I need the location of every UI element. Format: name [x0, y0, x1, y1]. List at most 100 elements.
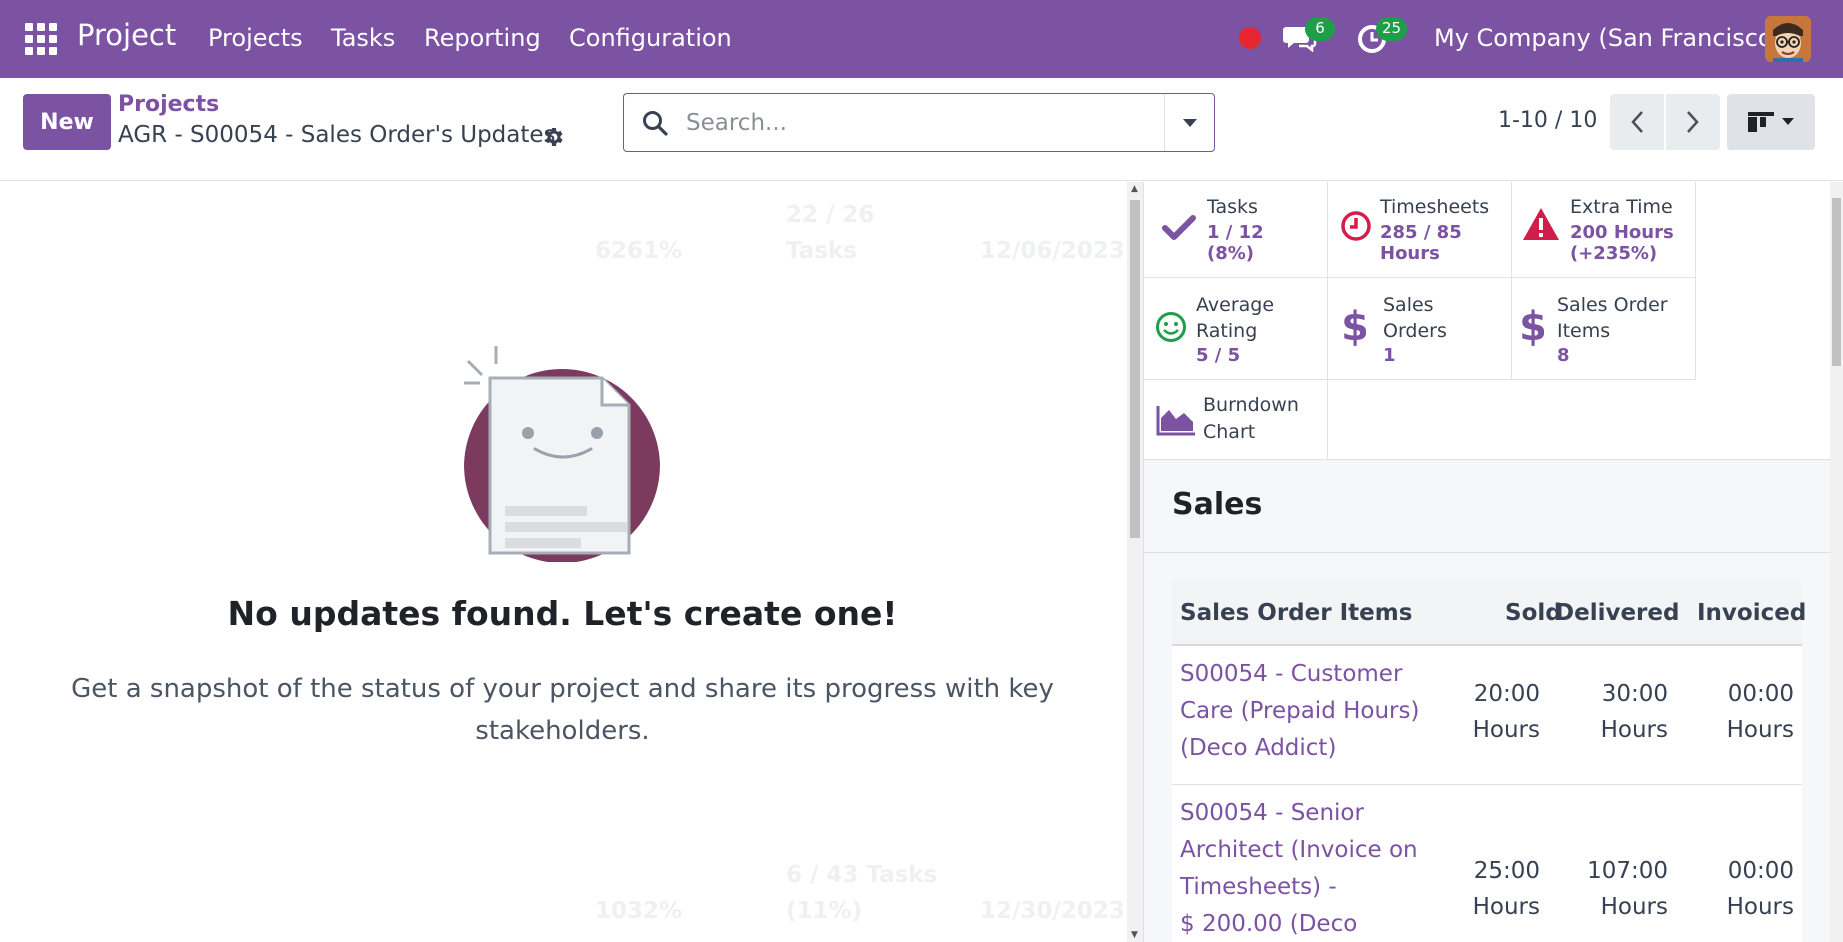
- dollar-icon: $: [1522, 306, 1544, 346]
- stat-rating-button[interactable]: Average Rating 5 / 5: [1144, 278, 1328, 380]
- stat-timesheets-button[interactable]: Timesheets 285 / 85 Hours: [1328, 182, 1512, 278]
- clock-icon: [1341, 211, 1371, 241]
- column-header-sold[interactable]: Sold: [1505, 600, 1562, 626]
- ghost-date: 12/30/2023: [980, 898, 1125, 924]
- stat-label: Sales: [1383, 294, 1434, 316]
- stat-label: Items: [1557, 320, 1611, 342]
- svg-text:$: $: [1344, 306, 1366, 346]
- company-switcher[interactable]: My Company (San Francisco): [1434, 24, 1782, 52]
- sales-order-item-link[interactable]: S00054 - Senior Architect (Invoice on Ti…: [1180, 795, 1418, 942]
- stat-extra-time-button[interactable]: Extra Time 200 Hours (+235%): [1512, 182, 1696, 278]
- scroll-up-arrow[interactable]: ▲: [1131, 184, 1138, 194]
- delivered-value: 30:00 Hours: [1600, 681, 1668, 743]
- dollar-icon: $: [1344, 306, 1366, 346]
- user-avatar[interactable]: [1765, 16, 1811, 62]
- invoiced-value: 00:00 Hours: [1726, 858, 1794, 920]
- apps-menu-icon[interactable]: [25, 23, 57, 55]
- search-input[interactable]: [686, 106, 1156, 140]
- scroll-down-arrow[interactable]: ▼: [1131, 930, 1138, 940]
- search-icon: [643, 111, 668, 136]
- warning-icon: [1523, 208, 1559, 240]
- kanban-view-icon: [1748, 112, 1774, 132]
- stat-label: Tasks: [1207, 196, 1258, 218]
- table-row: S00054 - Senior Architect (Invoice on Ti…: [1172, 785, 1802, 942]
- column-header-delivered[interactable]: Delivered: [1555, 600, 1679, 626]
- ghost-date: 12/06/2023: [980, 238, 1125, 264]
- search-box: [623, 93, 1215, 152]
- messages-count-badge: 6: [1305, 17, 1335, 41]
- delivered-value: 107:00 Hours: [1587, 858, 1668, 920]
- ghost-percent: 1032%: [595, 898, 683, 924]
- chevron-left-icon: [1631, 111, 1643, 133]
- recording-indicator-icon[interactable]: [1239, 27, 1261, 49]
- left-scrollbar-thumb[interactable]: [1130, 200, 1140, 538]
- ghost-tasks: 6 / 43 Tasks: [786, 862, 938, 888]
- stat-value: 5 / 5: [1196, 345, 1241, 366]
- stat-value: 1 / 12: [1207, 222, 1264, 243]
- menu-tasks[interactable]: Tasks: [331, 24, 395, 52]
- stat-label: Rating: [1196, 320, 1258, 342]
- stat-buttons: Tasks 1 / 12 (8%) Timesheets 285 / 85 Ho…: [1144, 182, 1830, 460]
- stat-label: Orders: [1383, 320, 1447, 342]
- menu-projects[interactable]: Projects: [208, 24, 303, 52]
- stat-label: Sales Order: [1557, 294, 1668, 316]
- ghost-percent: 6261%: [595, 238, 683, 264]
- stat-value: 1: [1383, 345, 1396, 366]
- menu-reporting[interactable]: Reporting: [424, 24, 541, 52]
- caret-down-icon: [1182, 118, 1197, 127]
- stat-label: Timesheets: [1380, 196, 1490, 218]
- pager-previous-button[interactable]: [1610, 94, 1664, 150]
- ghost-tasks-percent: (11%): [786, 898, 863, 924]
- left-scrollbar[interactable]: ▲ ▼: [1127, 182, 1143, 942]
- top-navbar: Project Projects Tasks Reporting Configu…: [0, 0, 1843, 78]
- breadcrumb-projects-link[interactable]: Projects: [118, 92, 219, 117]
- check-icon: [1162, 215, 1196, 240]
- view-switcher-button[interactable]: [1727, 94, 1815, 150]
- chevron-right-icon: [1687, 111, 1699, 133]
- stat-label: Burndown: [1203, 394, 1299, 416]
- smile-icon: [1156, 312, 1186, 342]
- ghost-tasks-label: Tasks: [786, 238, 857, 264]
- sales-section-title: Sales: [1172, 487, 1263, 522]
- stat-value: 285 / 85: [1380, 222, 1462, 243]
- app-brand[interactable]: Project: [77, 18, 176, 52]
- right-scrollbar[interactable]: [1830, 182, 1843, 942]
- pager-next-button[interactable]: [1666, 94, 1720, 150]
- empty-state-text: Get a snapshot of the status of your pro…: [71, 674, 1054, 746]
- stat-value: (8%): [1207, 243, 1255, 264]
- table-row: S00054 - Customer Care (Prepaid Hours) (…: [1172, 646, 1802, 785]
- caret-down-icon: [1782, 118, 1794, 125]
- stat-sales-orders-button[interactable]: $ Sales Orders 1: [1328, 278, 1512, 380]
- empty-state-title: No updates found. Let's create one!: [227, 594, 898, 633]
- column-header-items[interactable]: Sales Order Items: [1180, 600, 1412, 626]
- ghost-tasks: 22 / 26: [786, 202, 875, 228]
- area-chart-icon: [1156, 406, 1195, 436]
- project-sidebar-panel: Tasks 1 / 12 (8%) Timesheets 285 / 85 Ho…: [1143, 182, 1830, 942]
- breadcrumb-current: AGR - S00054 - Sales Order's Updates: [118, 122, 556, 148]
- project-updates-area: 6261% 22 / 26 Tasks 12/06/2023 6 / 43 Ta…: [0, 182, 1125, 942]
- stat-value: 8: [1557, 345, 1570, 366]
- right-scrollbar-thumb[interactable]: [1832, 198, 1841, 366]
- activities-count-badge: 25: [1376, 17, 1408, 41]
- stat-tasks-button[interactable]: Tasks 1 / 12 (8%): [1144, 182, 1328, 278]
- stat-burndown-button[interactable]: Burndown Chart: [1144, 380, 1328, 460]
- stat-so-items-button[interactable]: $ Sales Order Items 8: [1512, 278, 1696, 380]
- gear-icon[interactable]: [541, 125, 565, 149]
- search-options-toggle[interactable]: [1164, 94, 1214, 151]
- table-header: Sales Order Items Sold Delivered Invoice…: [1172, 580, 1806, 646]
- section-divider: [1144, 552, 1830, 553]
- new-button[interactable]: New: [23, 94, 111, 150]
- menu-configuration[interactable]: Configuration: [569, 24, 732, 52]
- sold-value: 20:00 Hours: [1472, 681, 1540, 743]
- stat-label: Extra Time: [1570, 196, 1673, 218]
- control-panel: New Projects AGR - S00054 - Sales Order'…: [0, 78, 1843, 181]
- stat-label: Average: [1196, 294, 1275, 316]
- stat-value: (+235%): [1570, 243, 1658, 264]
- pager-value[interactable]: 1-10 / 10: [1498, 108, 1597, 133]
- stat-value: Hours: [1380, 243, 1440, 264]
- column-header-invoiced[interactable]: Invoiced: [1697, 600, 1806, 626]
- stat-label: Chart: [1203, 421, 1256, 443]
- invoiced-value: 00:00 Hours: [1726, 681, 1794, 743]
- sales-order-item-link[interactable]: S00054 - Customer Care (Prepaid Hours) (…: [1180, 656, 1419, 767]
- empty-document-illustration: [464, 346, 660, 562]
